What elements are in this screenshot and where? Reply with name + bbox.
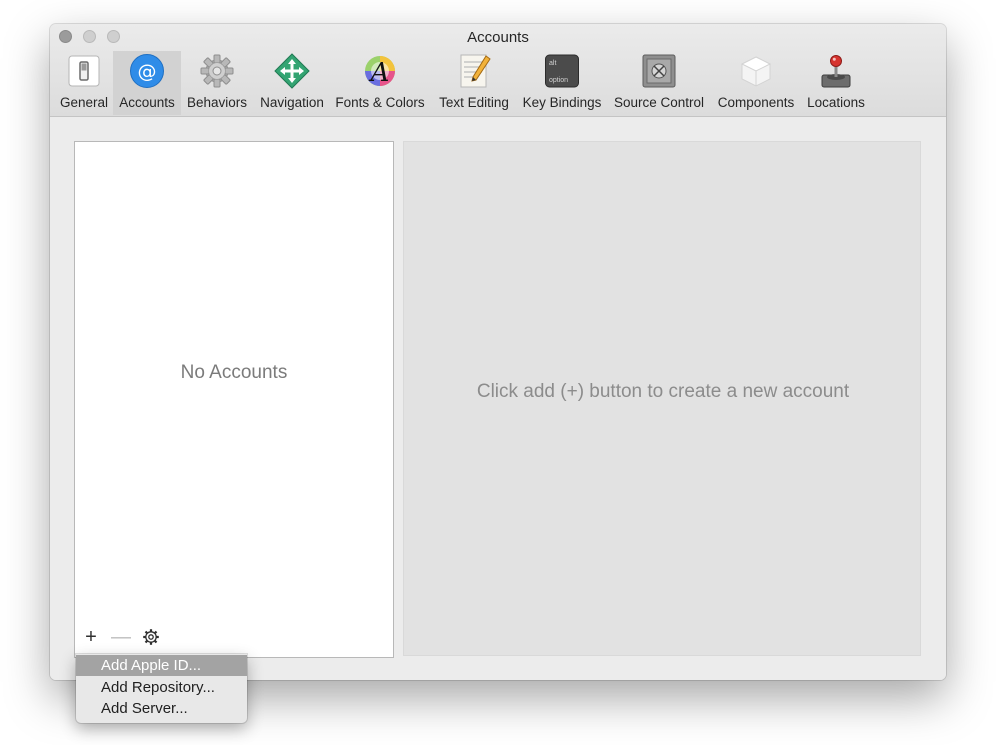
tab-label: General xyxy=(59,95,109,110)
tab-fonts-colors[interactable]: A Fonts & Colors xyxy=(332,51,428,115)
tab-key-bindings[interactable]: alt option Key Bindings xyxy=(518,51,606,115)
preferences-window: Accounts General @ Accounts Behaviors Na… xyxy=(50,24,946,680)
svg-text:A: A xyxy=(369,58,390,88)
tab-behaviors[interactable]: Behaviors xyxy=(183,51,251,115)
menu-item-add-apple-id[interactable]: Add Apple ID... xyxy=(76,655,247,676)
component-box-icon xyxy=(740,56,772,87)
add-account-button[interactable]: + xyxy=(81,626,101,648)
tab-label: Navigation xyxy=(260,95,324,110)
tab-label: Accounts xyxy=(119,95,175,110)
svg-text:alt: alt xyxy=(549,60,556,67)
accounts-list[interactable]: No Accounts + — xyxy=(74,141,394,658)
empty-detail-message: Click add (+) button to create a new acc… xyxy=(476,381,850,402)
tab-label: Key Bindings xyxy=(522,95,602,110)
remove-account-button[interactable]: — xyxy=(111,626,131,648)
tab-accounts[interactable]: @ Accounts xyxy=(113,51,181,115)
tab-navigation[interactable]: Navigation xyxy=(254,51,330,115)
tab-label: Text Editing xyxy=(439,95,509,110)
tab-components[interactable]: Components xyxy=(712,51,800,115)
safe-icon xyxy=(642,54,676,88)
account-detail-panel: Click add (+) button to create a new acc… xyxy=(403,141,921,656)
keyboard-key-icon: alt option xyxy=(545,54,579,88)
joystick-icon xyxy=(821,55,851,88)
text-editing-icon xyxy=(460,54,491,88)
tab-source-control[interactable]: Source Control xyxy=(609,51,709,115)
tab-general[interactable]: General xyxy=(56,51,112,115)
tab-label: Behaviors xyxy=(186,95,248,110)
tab-text-editing[interactable]: Text Editing xyxy=(433,51,515,115)
tab-label: Locations xyxy=(807,95,865,110)
tab-label: Fonts & Colors xyxy=(335,95,425,110)
tab-locations[interactable]: Locations xyxy=(802,51,870,115)
at-sign-icon: @ xyxy=(130,54,164,88)
svg-text:option: option xyxy=(549,77,568,84)
tab-label: Components xyxy=(717,95,795,110)
gear-icon xyxy=(200,54,234,88)
empty-list-message: No Accounts xyxy=(180,362,288,383)
toolbar: Accounts General @ Accounts Behaviors Na… xyxy=(50,24,946,117)
add-account-menu: Add Apple ID... Add Repository... Add Se… xyxy=(76,654,247,723)
svg-text:@: @ xyxy=(138,61,157,83)
tab-label: Source Control xyxy=(613,95,705,110)
accounts-pane: No Accounts + — Click add (+) button to … xyxy=(50,117,946,680)
menu-item-add-repository[interactable]: Add Repository... xyxy=(76,677,247,698)
gear-icon xyxy=(143,629,159,645)
navigation-arrows-icon xyxy=(274,53,310,89)
font-color-icon: A xyxy=(365,56,395,88)
window-title: Accounts xyxy=(467,29,529,46)
menu-item-add-server[interactable]: Add Server... xyxy=(76,698,247,719)
account-options-button[interactable] xyxy=(141,626,161,648)
switch-icon xyxy=(68,55,100,87)
